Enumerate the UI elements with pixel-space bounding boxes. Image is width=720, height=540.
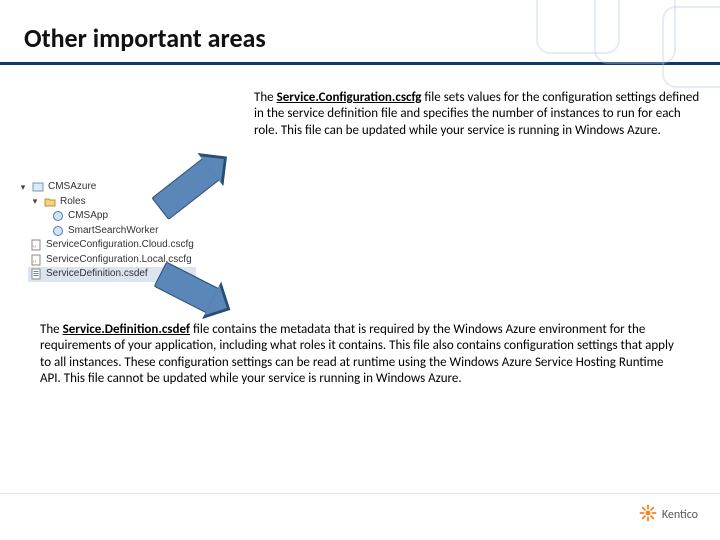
caret-down-icon: ▾ xyxy=(30,195,40,208)
kentico-logo-icon xyxy=(639,504,657,526)
tree-label: SmartSearchWorker xyxy=(68,224,158,239)
text: The xyxy=(40,322,63,337)
description-servicedefinition: The Service.Definition.csdef file contai… xyxy=(40,322,680,387)
tree-node-config-cloud[interactable]: ‹› ServiceConfiguration.Cloud.cscfg xyxy=(28,238,196,253)
tree-label: ServiceConfiguration.Cloud.cscfg xyxy=(46,238,194,253)
definition-file-icon xyxy=(30,268,42,280)
filename-servicedefinition: Service.Definition.csdef xyxy=(63,322,190,337)
config-file-icon: ‹› xyxy=(30,239,42,251)
config-file-icon: ‹› xyxy=(30,254,42,266)
web-role-icon xyxy=(52,210,64,222)
brand-footer: Kentico xyxy=(639,504,698,526)
worker-role-icon xyxy=(52,225,64,237)
tree-node-role[interactable]: SmartSearchWorker xyxy=(50,224,196,239)
footer-divider xyxy=(0,493,720,494)
folder-icon xyxy=(44,196,56,208)
tree-label: CMSApp xyxy=(68,209,108,224)
project-icon xyxy=(32,181,44,193)
description-serviceconfiguration: The Service.Configuration.cscfg file set… xyxy=(254,90,706,139)
tree-label: CMSAzure xyxy=(48,180,96,195)
svg-text:‹›: ‹› xyxy=(33,244,37,250)
caret-down-icon: ▾ xyxy=(18,181,28,194)
tree-label: Roles xyxy=(60,195,86,210)
svg-text:‹›: ‹› xyxy=(33,259,37,265)
page-title: Other important areas xyxy=(0,0,720,65)
filename-serviceconfiguration: Service.Configuration.cscfg xyxy=(277,90,422,105)
tree-label: ServiceDefinition.csdef xyxy=(46,267,148,282)
text: The xyxy=(254,90,277,105)
brand-label: Kentico xyxy=(662,508,698,522)
